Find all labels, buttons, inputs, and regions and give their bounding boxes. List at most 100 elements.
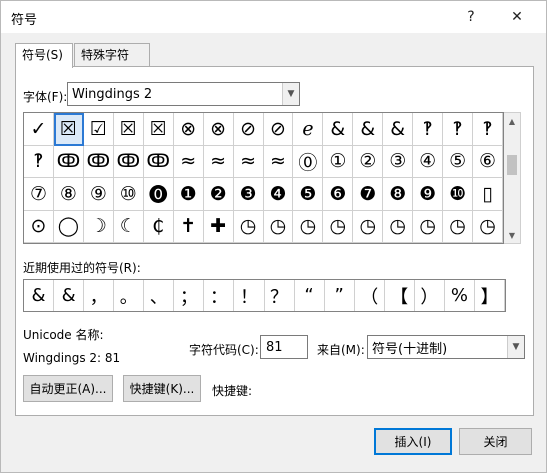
- symbol-cell[interactable]: &: [383, 113, 414, 146]
- symbol-cell[interactable]: ❻: [323, 178, 354, 211]
- recent-symbol-cell[interactable]: ”: [325, 280, 355, 311]
- symbol-cell[interactable]: ⓿: [143, 178, 174, 211]
- chevron-down-icon[interactable]: ▼: [507, 336, 524, 358]
- scroll-down-icon[interactable]: ▼: [504, 227, 520, 243]
- symbol-cell[interactable]: ❸: [233, 178, 264, 211]
- symbol-cell[interactable]: ❷: [203, 178, 234, 211]
- symbol-cell[interactable]: ☒: [143, 113, 174, 146]
- recent-symbol-cell[interactable]: 】: [475, 280, 505, 311]
- symbol-cell[interactable]: ↂ: [83, 145, 114, 178]
- symbol-cell[interactable]: ↂ: [53, 145, 84, 178]
- symbol-cell[interactable]: ◷: [413, 210, 444, 243]
- symbol-cell[interactable]: ▯: [473, 178, 503, 211]
- recent-symbol-cell[interactable]: （: [355, 280, 385, 311]
- recent-symbol-cell[interactable]: &: [24, 280, 55, 311]
- symbol-cell[interactable]: ≈: [263, 145, 294, 178]
- chevron-down-icon[interactable]: ▼: [282, 83, 299, 105]
- symbol-cell[interactable]: ❿: [443, 178, 474, 211]
- symbol-cell[interactable]: ‽: [413, 113, 444, 146]
- symbol-cell[interactable]: ◷: [293, 210, 324, 243]
- symbol-cell[interactable]: ④: [413, 145, 444, 178]
- symbol-cell[interactable]: ⊘: [263, 113, 294, 146]
- symbol-cell[interactable]: ③: [383, 145, 414, 178]
- scroll-up-icon[interactable]: ▲: [504, 113, 520, 129]
- symbol-cell[interactable]: ‽: [443, 113, 474, 146]
- symbol-cell[interactable]: ❽: [383, 178, 414, 211]
- font-select[interactable]: Wingdings 2 ▼: [67, 82, 300, 106]
- symbol-cell[interactable]: ℯ: [293, 113, 324, 146]
- symbol-cell[interactable]: ☽: [83, 210, 114, 243]
- symbol-cell[interactable]: ☑: [83, 113, 114, 146]
- symbol-cell[interactable]: ◷: [443, 210, 474, 243]
- symbol-cell[interactable]: ↂ: [113, 145, 144, 178]
- recent-symbol-cell[interactable]: ；: [174, 280, 205, 311]
- recent-symbol-cell[interactable]: 、: [144, 280, 175, 311]
- recent-symbol-cell[interactable]: &: [54, 280, 85, 311]
- symbol-cell[interactable]: ✝: [173, 210, 204, 243]
- symbol-cell[interactable]: ❼: [353, 178, 384, 211]
- symbol-cell[interactable]: ⊙: [24, 210, 54, 243]
- symbol-cell[interactable]: ◷: [473, 210, 503, 243]
- symbol-cell[interactable]: ⑤: [443, 145, 474, 178]
- symbol-cell[interactable]: ⑦: [24, 178, 54, 211]
- recent-symbol-cell[interactable]: %: [445, 280, 475, 311]
- close-button[interactable]: 关闭: [459, 428, 532, 455]
- symbol-cell[interactable]: ◷: [233, 210, 264, 243]
- symbol-cell[interactable]: ≈: [203, 145, 234, 178]
- char-code-input[interactable]: 81: [260, 335, 308, 359]
- symbol-cell[interactable]: ⑩: [113, 178, 144, 211]
- symbol-cell[interactable]: ⑥: [473, 145, 503, 178]
- autocorrect-button[interactable]: 自动更正(A)...: [23, 375, 113, 402]
- symbol-cell[interactable]: ‽: [24, 145, 54, 178]
- recent-symbol-cell[interactable]: ，: [84, 280, 115, 311]
- symbol-cell[interactable]: ◷: [383, 210, 414, 243]
- recent-symbols-grid[interactable]: & &，。、；：！？ “” （【）%】: [23, 279, 506, 312]
- from-select-value: 符号(十进制): [372, 341, 448, 357]
- symbol-cell[interactable]: ☾: [113, 210, 144, 243]
- symbol-cell[interactable]: ⑧: [53, 178, 84, 211]
- symbol-cell[interactable]: ₵: [143, 210, 174, 243]
- symbol-cell[interactable]: ⓪: [293, 145, 324, 178]
- symbol-grid-scrollbar[interactable]: ▲ ▼: [504, 112, 521, 244]
- close-window-button[interactable]: ✕: [503, 4, 531, 30]
- symbol-cell[interactable]: ◯: [53, 210, 84, 243]
- symbol-cell[interactable]: ☒: [113, 113, 144, 146]
- symbol-cell[interactable]: &: [323, 113, 354, 146]
- symbol-cell[interactable]: ❺: [293, 178, 324, 211]
- symbol-cell[interactable]: ②: [353, 145, 384, 178]
- recent-symbol-cell[interactable]: ：: [204, 280, 235, 311]
- recent-symbol-cell[interactable]: ？: [265, 280, 295, 311]
- recent-symbol-cell[interactable]: “: [295, 280, 325, 311]
- symbol-cell[interactable]: ❶: [173, 178, 204, 211]
- from-select[interactable]: 符号(十进制) ▼: [367, 335, 525, 359]
- symbol-cell[interactable]: ↂ: [143, 145, 174, 178]
- symbol-cell[interactable]: ✓: [24, 113, 54, 146]
- recent-symbol-cell[interactable]: 。: [114, 280, 145, 311]
- symbol-cell[interactable]: ⊗: [203, 113, 234, 146]
- recent-symbol-cell[interactable]: 【: [385, 280, 415, 311]
- symbol-grid[interactable]: ✓ ☒ ☑ ☒ ☒ ⊗ ⊗ ⊘ ⊘ ℯ & & & ‽ ‽ ‽ ‽ ↂ ↂ ↂ ↂ ≈ ≈ ≈ ≈ ⓪ ① ② ③ ④ ⑤ ⑥ ⑦ ⑧ ⑨ ⑩ ⓿ ❶ ❷ ❸…: [23, 112, 504, 244]
- symbol-cell[interactable]: ❾: [413, 178, 444, 211]
- symbol-cell[interactable]: &: [353, 113, 384, 146]
- symbol-cell[interactable]: ⑨: [83, 178, 114, 211]
- symbol-cell[interactable]: ≈: [173, 145, 204, 178]
- shortcut-key-button[interactable]: 快捷键(K)...: [123, 375, 201, 402]
- symbol-cell[interactable]: ◷: [353, 210, 384, 243]
- tab-special-characters[interactable]: 特殊字符(P): [74, 43, 150, 84]
- help-button[interactable]: ?: [457, 4, 485, 30]
- insert-button[interactable]: 插入(I): [374, 428, 452, 455]
- symbol-cell[interactable]: ◷: [323, 210, 354, 243]
- symbol-cell[interactable]: ≈: [233, 145, 264, 178]
- tab-symbols[interactable]: 符号(S): [15, 43, 73, 68]
- symbol-cell[interactable]: ❹: [263, 178, 294, 211]
- symbol-cell[interactable]: ◷: [263, 210, 294, 243]
- symbol-cell[interactable]: ✚: [203, 210, 234, 243]
- symbol-cell[interactable]: ⊗: [173, 113, 204, 146]
- symbol-cell[interactable]: ⊘: [233, 113, 264, 146]
- recent-symbol-cell[interactable]: ！: [234, 280, 265, 311]
- scroll-thumb[interactable]: [507, 155, 517, 175]
- symbol-cell[interactable]: ①: [323, 145, 354, 178]
- recent-symbol-cell[interactable]: ）: [415, 280, 445, 311]
- symbol-cell[interactable]: ☒: [53, 113, 84, 146]
- symbol-cell[interactable]: ‽: [473, 113, 503, 146]
